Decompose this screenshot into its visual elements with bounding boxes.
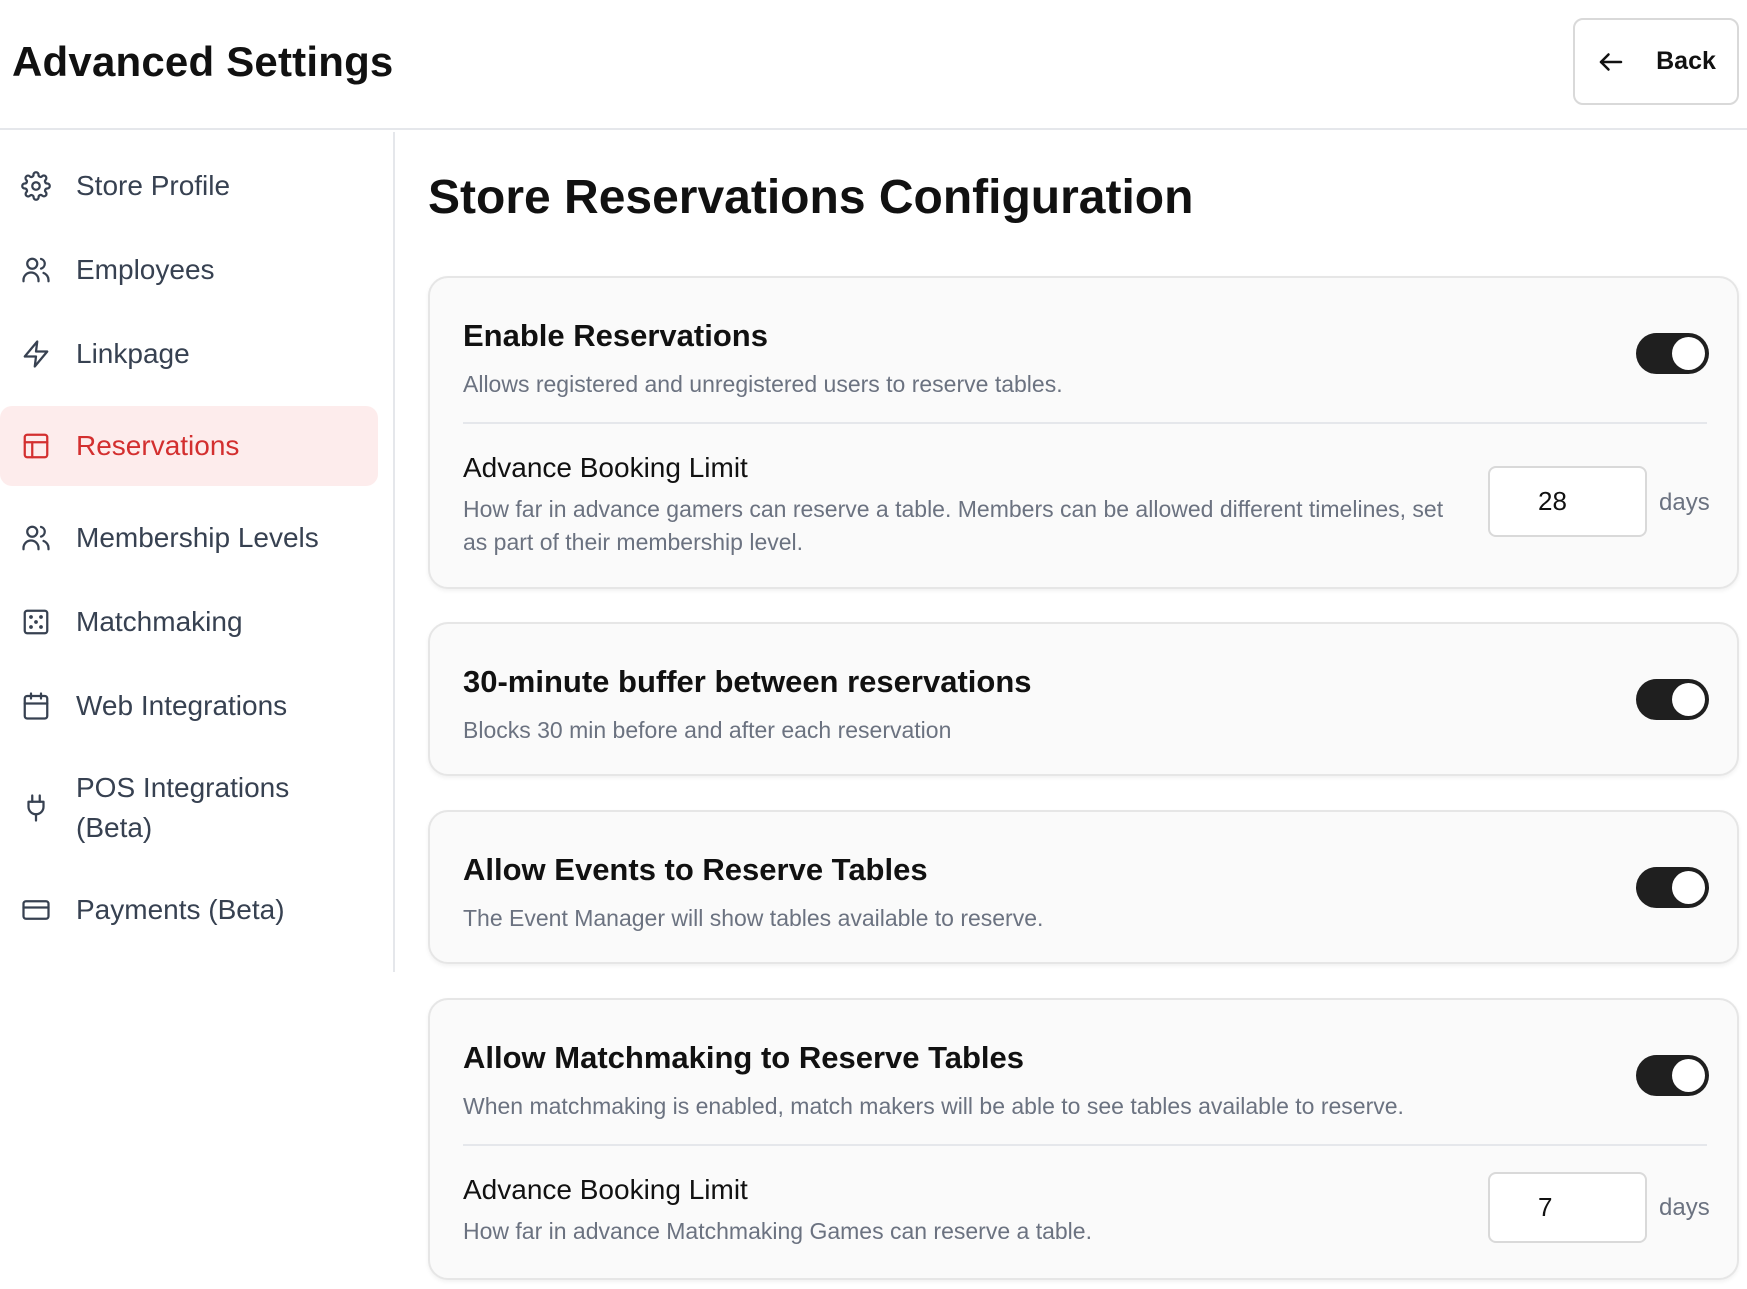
lightning-icon xyxy=(20,338,52,370)
sidebar-item-membership-levels[interactable]: Membership Levels xyxy=(0,506,378,570)
mm-booking-unit: days xyxy=(1659,1194,1710,1221)
gear-icon xyxy=(20,170,52,202)
arrow-left-icon xyxy=(1599,52,1623,71)
dice-icon xyxy=(20,606,52,638)
sidebar-item-label: Payments (Beta) xyxy=(76,894,285,925)
mm-booking-desc: How far in advance Matchmaking Games can… xyxy=(463,1218,1092,1244)
advance-booking-desc: How far in advance gamers can reserve a … xyxy=(463,496,1444,555)
advance-booking-input[interactable] xyxy=(1488,466,1647,537)
buffer-desc: Blocks 30 min before and after each rese… xyxy=(463,717,952,743)
events-toggle[interactable] xyxy=(1636,867,1709,908)
back-label: Back xyxy=(1656,47,1716,75)
users-icon xyxy=(20,522,52,554)
buffer-toggle[interactable] xyxy=(1636,679,1709,720)
plug-icon xyxy=(20,792,52,824)
advance-booking-unit: days xyxy=(1659,489,1710,516)
matchmaking-desc: When matchmaking is enabled, match maker… xyxy=(463,1093,1404,1119)
sidebar-item-web-integrations[interactable]: Web Integrations xyxy=(0,674,378,738)
enable-reservations-title: Enable Reservations xyxy=(463,318,768,353)
sidebar-item-label: POS Integrations (Beta) xyxy=(76,772,290,843)
mm-booking-title: Advance Booking Limit xyxy=(463,1174,748,1205)
credit-card-icon xyxy=(20,894,52,926)
users-icon xyxy=(20,254,52,286)
sidebar: Store Profile Employees Linkpage Reserva… xyxy=(0,132,395,972)
mm-booking-input[interactable] xyxy=(1488,1172,1647,1243)
sidebar-item-label: Employees xyxy=(76,254,215,285)
sidebar-item-linkpage[interactable]: Linkpage xyxy=(0,322,378,386)
matchmaking-card: Allow Matchmaking to Reserve Tables When… xyxy=(428,998,1739,1280)
sidebar-item-label: Matchmaking xyxy=(76,606,243,637)
table-icon xyxy=(20,430,52,462)
sidebar-item-payments[interactable]: Payments (Beta) xyxy=(0,878,378,942)
sidebar-item-pos-integrations[interactable]: POS Integrations (Beta) xyxy=(0,758,378,858)
divider xyxy=(463,422,1707,424)
sidebar-item-reservations[interactable]: Reservations xyxy=(0,406,378,486)
back-button[interactable]: Back xyxy=(1573,18,1739,105)
sidebar-item-label: Membership Levels xyxy=(76,522,319,553)
header: Advanced Settings Back xyxy=(0,0,1747,130)
sidebar-item-label: Web Integrations xyxy=(76,690,288,721)
sidebar-item-store-profile[interactable]: Store Profile xyxy=(0,154,378,218)
matchmaking-title: Allow Matchmaking to Reserve Tables xyxy=(463,1040,1025,1075)
section-title: Store Reservations Configuration xyxy=(428,171,1194,224)
buffer-title: 30-minute buffer between reservations xyxy=(463,664,1032,699)
divider xyxy=(463,1144,1707,1146)
sidebar-item-label: Store Profile xyxy=(76,170,231,201)
sidebar-item-employees[interactable]: Employees xyxy=(0,238,378,302)
events-desc: The Event Manager will show tables avail… xyxy=(463,905,1044,931)
advance-booking-title: Advance Booking Limit xyxy=(463,452,748,483)
page-title: Advanced Settings xyxy=(12,38,394,85)
events-card: Allow Events to Reserve Tables The Event… xyxy=(428,810,1739,964)
reservations-card: Enable Reservations Allows registered an… xyxy=(428,276,1739,589)
matchmaking-toggle[interactable] xyxy=(1636,1055,1709,1096)
events-title: Allow Events to Reserve Tables xyxy=(463,852,928,887)
sidebar-item-label: Reservations xyxy=(76,430,240,461)
buffer-card: 30-minute buffer between reservations Bl… xyxy=(428,622,1739,776)
calendar-icon xyxy=(20,690,52,722)
sidebar-item-matchmaking[interactable]: Matchmaking xyxy=(0,590,378,654)
enable-reservations-desc: Allows registered and unregistered users… xyxy=(463,371,1063,397)
enable-reservations-toggle[interactable] xyxy=(1636,333,1709,374)
sidebar-item-label: Linkpage xyxy=(76,338,190,369)
